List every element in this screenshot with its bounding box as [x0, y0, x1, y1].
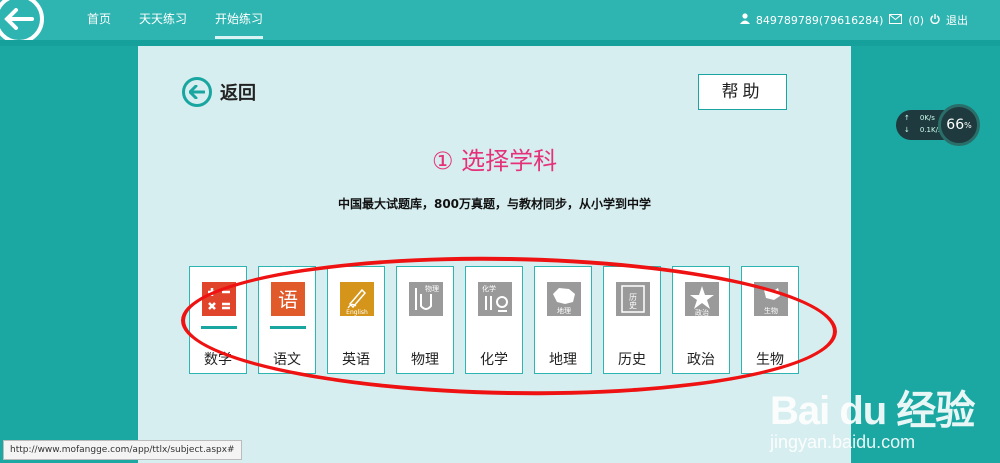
subject-biology[interactable]: 生物 生物	[741, 266, 799, 374]
subject-list: 数学 语 语文 English 英语 物理 物理 化学 化学 地理 地理 历史 …	[189, 266, 799, 374]
subject-name: 政治	[687, 352, 715, 368]
history-icon: 历史	[616, 282, 650, 316]
geography-icon-text: 地理	[557, 306, 571, 315]
subject-chinese[interactable]: 语 语文	[258, 266, 316, 374]
user-account[interactable]: 849789789(79616284)	[756, 14, 884, 27]
gauge-percent-unit: %	[964, 120, 972, 130]
subject-politics[interactable]: 政治 政治	[672, 266, 730, 374]
back-button[interactable]: 返回	[182, 77, 256, 107]
mail-icon[interactable]	[889, 13, 903, 27]
subtitle: 中国最大试题库，800万真题，与教材同步，从小学到中学	[337, 197, 652, 211]
subject-name: 数学	[204, 352, 232, 368]
politics-icon: 政治	[685, 282, 719, 316]
logout-link[interactable]: 退出	[946, 12, 968, 28]
arrow-left-icon	[4, 8, 34, 30]
chinese-icon-text: 语	[278, 288, 298, 312]
subject-name: 历史	[618, 352, 646, 368]
chinese-icon: 语	[271, 282, 305, 316]
back-label: 返回	[220, 83, 256, 104]
step-title: ① 选择学科	[431, 147, 558, 175]
nav-start-practice[interactable]: 开始练习	[215, 10, 264, 39]
politics-icon-text: 政治	[695, 308, 709, 316]
subject-name: 物理	[411, 352, 439, 368]
subject-selection-card: 返回 帮助 ① 选择学科 中国最大试题库，800万真题，与教材同步，从小学到中学…	[138, 46, 851, 463]
network-speed-widget[interactable]: ↑ 0K/s ↓ 0.1K/s 66%	[896, 104, 980, 146]
english-icon-text: English	[346, 309, 368, 316]
subject-math[interactable]: 数学	[189, 266, 247, 374]
nav-home[interactable]: 首页	[87, 10, 111, 27]
user-icon	[739, 13, 750, 27]
watermark-brand: Bai du 经验	[770, 389, 975, 433]
download-arrow-icon: ↓	[904, 126, 910, 134]
message-count[interactable]: (0)	[908, 14, 924, 27]
physics-icon: 物理	[409, 282, 443, 316]
upload-arrow-icon: ↑	[904, 114, 910, 122]
subject-chemistry[interactable]: 化学 化学	[465, 266, 523, 374]
subject-name: 化学	[480, 352, 508, 368]
biology-icon-text: 生物	[764, 306, 778, 315]
back-arrow-icon	[182, 77, 212, 107]
top-nav-bar: 首页 天天练习 开始练习 849789789(79616284) (0) 退出	[0, 0, 1000, 44]
subject-name: 地理	[549, 352, 577, 368]
subject-english[interactable]: English 英语	[327, 266, 385, 374]
upload-speed: 0K/s	[919, 114, 935, 122]
selected-indicator	[270, 326, 306, 329]
gauge-percent: 66	[946, 117, 965, 133]
power-icon[interactable]	[930, 13, 940, 27]
selected-indicator	[201, 326, 237, 329]
baidu-watermark: Bai du 经验 jingyan.baidu.com	[770, 378, 975, 453]
top-back-button[interactable]	[0, 0, 44, 44]
subject-history[interactable]: 历史 历史	[603, 266, 661, 374]
physics-icon-text: 物理	[425, 284, 439, 293]
subject-name: 英语	[342, 352, 370, 368]
nav-daily-practice[interactable]: 天天练习	[139, 10, 187, 27]
chemistry-icon: 化学	[478, 282, 512, 316]
history-icon-text: 历史	[629, 293, 638, 310]
math-icon	[202, 282, 236, 316]
user-area: 849789789(79616284) (0) 退出	[739, 12, 968, 28]
subject-name: 语文	[273, 352, 301, 368]
help-button[interactable]: 帮助	[698, 74, 787, 110]
geography-icon: 地理	[547, 282, 581, 316]
chemistry-icon-text: 化学	[482, 284, 496, 293]
english-icon: English	[340, 282, 374, 316]
status-bar-url: http://www.mofangge.com/app/ttlx/subject…	[3, 440, 242, 460]
biology-icon: 生物	[754, 282, 788, 316]
memory-gauge: 66%	[938, 104, 980, 146]
subject-geography[interactable]: 地理 地理	[534, 266, 592, 374]
subject-physics[interactable]: 物理 物理	[396, 266, 454, 374]
subject-name: 生物	[756, 352, 784, 368]
